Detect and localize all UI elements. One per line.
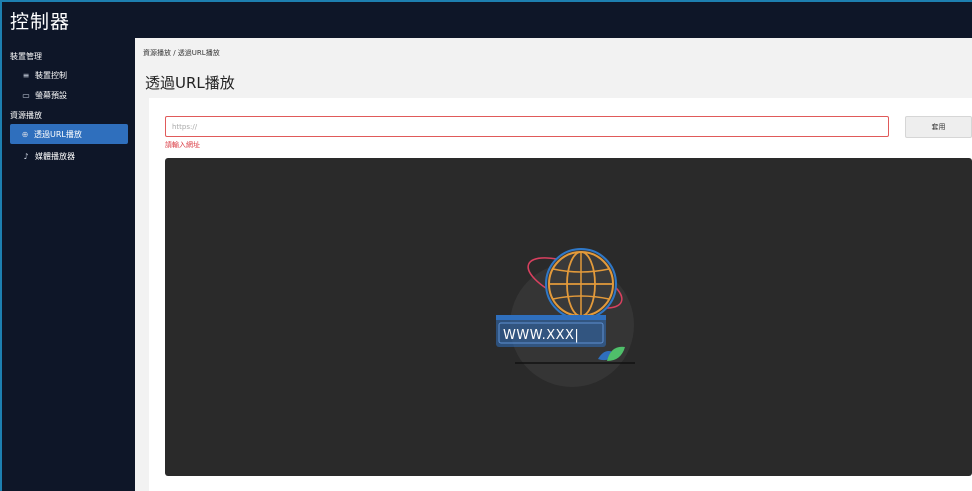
globe-url-illustration: WWW.XXX| [496, 248, 635, 387]
globe-icon: ⊕ [21, 129, 29, 139]
url-error-message: 請輸入網址 [165, 141, 200, 149]
apply-button[interactable]: 套用 [905, 116, 972, 138]
sidebar-item-device-control[interactable]: ≡ 裝置控制 [10, 65, 128, 85]
sidebar-item-screen-presets[interactable]: ▭ 螢幕預設 [10, 85, 128, 105]
illustration-url-text: WWW.XXX| [503, 328, 579, 343]
top-bar: 控制器 [0, 0, 972, 38]
monitor-icon: ▭ [22, 90, 30, 100]
url-input[interactable] [165, 116, 889, 137]
sidebar: 裝置管理 ≡ 裝置控制 ▭ 螢幕預設 資源播放 ⊕ 透過URL播放 ♪ 媒體播放… [0, 38, 135, 491]
media-icon: ♪ [23, 151, 29, 161]
sidebar-group-device-management: 裝置管理 [10, 52, 42, 61]
sidebar-item-label: 螢幕預設 [35, 90, 67, 100]
list-icon: ≡ [22, 70, 30, 80]
app-title: 控制器 [10, 11, 71, 33]
sidebar-item-label: 透過URL播放 [34, 129, 82, 139]
main-content: 資源播放 / 透過URL播放 透過URL播放 請輸入網址 套用 WWW.XXX| [135, 38, 972, 491]
url-playback-card: 請輸入網址 套用 WWW.XXX| [149, 98, 972, 491]
sidebar-item-media-player[interactable]: ♪ 媒體播放器 [10, 146, 128, 166]
sidebar-group-resource-playback: 資源播放 [10, 111, 42, 120]
sidebar-item-url-playback[interactable]: ⊕ 透過URL播放 [10, 124, 128, 144]
sidebar-item-label: 裝置控制 [35, 70, 67, 80]
video-player[interactable]: WWW.XXX| [165, 158, 972, 476]
page-title: 透過URL播放 [145, 74, 235, 92]
breadcrumb: 資源播放 / 透過URL播放 [143, 49, 220, 57]
sidebar-item-label: 媒體播放器 [35, 151, 75, 161]
